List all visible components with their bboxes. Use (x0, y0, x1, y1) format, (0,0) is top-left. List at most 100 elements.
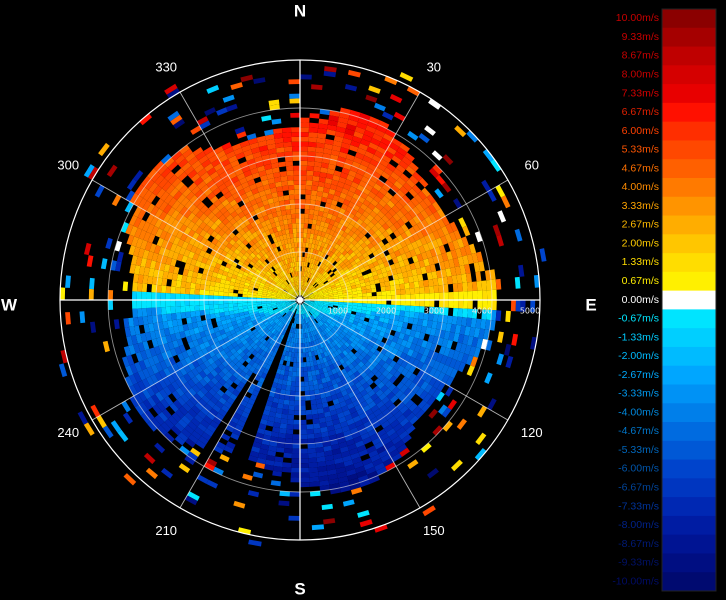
velocity-cell (300, 165, 307, 171)
velocity-cell (300, 170, 307, 176)
colorbar-swatch (662, 290, 716, 310)
velocity-cell (165, 286, 172, 294)
colorbar-swatch (662, 384, 716, 404)
velocity-cell (300, 424, 307, 430)
velocity-cell (305, 189, 312, 195)
velocity-cell (309, 113, 320, 119)
colorbar-label: 8.67m/s (622, 50, 659, 62)
velocity-cell (505, 310, 511, 323)
range-ring-label: 4000 (472, 307, 492, 316)
colorbar-swatch (662, 84, 716, 104)
velocity-cell (376, 300, 382, 305)
velocity-cell (170, 286, 176, 294)
velocity-cell (311, 84, 323, 90)
velocity-cell (477, 290, 483, 300)
velocity-cell (304, 385, 310, 392)
colorbar-swatch (662, 271, 716, 292)
velocity-cell (304, 208, 310, 215)
bearing-label: 210 (155, 523, 177, 538)
velocity-cell (165, 306, 172, 314)
velocity-cell (282, 137, 292, 143)
velocity-cell (213, 304, 219, 309)
colorbar-label: -1.33m/s (618, 331, 659, 343)
velocity-cell (458, 291, 464, 300)
colorbar-swatch (662, 159, 716, 179)
velocity-cell (312, 175, 320, 182)
velocity-cell (316, 403, 323, 409)
velocity-cell (189, 300, 195, 306)
velocity-cell (218, 308, 225, 313)
velocity-cell (481, 280, 487, 291)
velocity-cell (281, 467, 292, 473)
range-ring-label: 1000 (328, 307, 348, 316)
velocity-cell (312, 418, 320, 425)
velocity-cell (137, 282, 143, 292)
velocity-cell (288, 189, 295, 195)
velocity-cell (232, 303, 238, 307)
velocity-cell (309, 481, 320, 487)
velocity-cell (462, 282, 468, 292)
velocity-cell (242, 294, 248, 298)
colorbar-label: -0.67m/s (618, 313, 659, 325)
velocity-cell (300, 132, 309, 137)
velocity-cell (161, 314, 168, 322)
velocity-cell (311, 524, 325, 531)
colorbar-label: -2.67m/s (618, 369, 659, 381)
velocity-cell (156, 292, 161, 300)
velocity-cell (405, 288, 411, 295)
velocity-cell (471, 281, 478, 291)
velocity-cell (190, 311, 196, 318)
velocity-cell (293, 357, 297, 363)
velocity-cell (409, 311, 415, 318)
velocity-cell (189, 305, 195, 312)
colorbar-label: -10.00m/s (612, 575, 659, 587)
velocity-cell (300, 122, 310, 128)
colorbar-label: 7.33m/s (622, 87, 659, 99)
velocity-cell (433, 285, 439, 293)
colorbar-label: -6.67m/s (618, 482, 659, 494)
velocity-cell (428, 286, 435, 294)
velocity-cell (175, 287, 181, 294)
velocity-cell (141, 300, 147, 309)
velocity-cell (308, 214, 314, 220)
velocity-cell (295, 386, 300, 392)
velocity-cell (214, 286, 220, 292)
velocity-cell (302, 352, 306, 358)
velocity-cell (305, 395, 311, 401)
velocity-cell (194, 305, 200, 311)
velocity-cell (283, 146, 293, 152)
colorbar-label: -8.00m/s (618, 519, 659, 531)
velocity-cell (295, 376, 300, 382)
velocity-cell (199, 300, 205, 306)
velocity-cell (151, 300, 157, 308)
colorbar-swatch (662, 309, 716, 329)
velocity-cell (184, 300, 190, 306)
colorbar-label: -3.33m/s (618, 388, 659, 400)
velocity-cell (423, 279, 429, 287)
velocity-cell (228, 303, 234, 308)
velocity-cell (405, 300, 411, 306)
velocity-cell (384, 281, 391, 287)
velocity-cell (180, 306, 186, 313)
velocity-cell (300, 434, 308, 440)
velocity-cell (404, 282, 410, 289)
velocity-cell (213, 291, 219, 296)
colorbar-swatch (662, 27, 716, 47)
velocity-cell (223, 288, 229, 293)
velocity-cell (305, 185, 312, 191)
velocity-cell (285, 161, 293, 167)
velocity-cell (391, 295, 396, 300)
velocity-cell (300, 381, 305, 387)
velocity-cell (287, 180, 294, 186)
velocity-cell (415, 293, 420, 300)
velocity-cell (308, 467, 319, 473)
velocity-cell (79, 311, 86, 324)
velocity-cell (457, 308, 463, 318)
range-ring-label: 2000 (376, 307, 396, 316)
velocity-cell (376, 295, 382, 300)
velocity-cell (424, 286, 430, 294)
velocity-cell (160, 292, 166, 300)
velocity-cell (283, 195, 290, 201)
velocity-cell (291, 218, 296, 224)
velocity-cell (303, 223, 308, 229)
